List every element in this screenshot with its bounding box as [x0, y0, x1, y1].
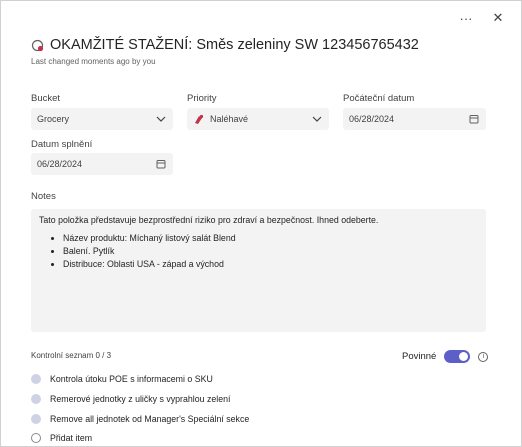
notes-bullet: Balení. Pytlík — [63, 246, 478, 256]
required-label: Povinné — [402, 351, 437, 362]
checklist-item-checkbox[interactable] — [31, 374, 41, 384]
checklist-item-label[interactable]: Remove all jednotek od Manager's Speciál… — [50, 414, 249, 424]
notes-bullet: Distribuce: Oblasti USA - západ a východ — [63, 259, 478, 269]
urgent-priority-icon — [193, 114, 204, 125]
priority-value: Naléhavé — [210, 114, 249, 124]
add-checklist-item[interactable]: Přidat item — [31, 433, 92, 443]
close-icon[interactable]: ✕ — [489, 9, 507, 27]
required-toggle[interactable] — [444, 350, 471, 363]
calendar-icon — [155, 158, 167, 170]
notes-bullet: Název produktu: Míchaný listový salát Bl… — [63, 233, 478, 243]
task-details-panel: ··· ✕ OKAMŽITÉ STAŽENÍ: Směs zeleniny SW… — [0, 0, 522, 447]
notes-bullet-list: Název produktu: Míchaný listový salát Bl… — [39, 233, 478, 269]
notes-editor[interactable]: Tato položka představuje bezprostřední r… — [31, 209, 486, 332]
notes-label: Notes — [31, 191, 56, 202]
required-toggle-group: Povinné i — [402, 350, 489, 363]
add-item-label[interactable]: Přidat item — [50, 433, 92, 443]
add-item-circle-icon — [31, 433, 41, 443]
top-actions: ··· ✕ — [457, 9, 507, 27]
checklist-item-label[interactable]: Kontrola útoku POE s informacemi o SKU — [50, 374, 213, 384]
chevron-down-icon — [311, 113, 323, 125]
due-date-label: Datum splnění — [31, 139, 93, 150]
checklist-item-label[interactable]: Remerové jednotky z uličky s vyprahlou z… — [50, 394, 230, 404]
due-date-value: 06/28/2024 — [37, 159, 83, 169]
checklist-item-checkbox[interactable] — [31, 394, 41, 404]
bucket-value: Grocery — [37, 114, 70, 124]
task-header: OKAMŽITÉ STAŽENÍ: Směs zeleniny SW 12345… — [31, 37, 501, 66]
chevron-down-icon — [155, 113, 167, 125]
priority-label: Priority — [187, 93, 217, 104]
checklist-item[interactable]: Kontrola útoku POE s informacemi o SKU — [31, 374, 213, 384]
bucket-select[interactable]: Grocery — [31, 108, 173, 130]
checklist-item[interactable]: Remerové jednotky z uličky s vyprahlou z… — [31, 394, 230, 404]
calendar-icon — [468, 113, 480, 125]
info-icon[interactable]: i — [478, 351, 489, 362]
checklist-item[interactable]: Remove all jednotek od Manager's Speciál… — [31, 414, 249, 424]
priority-select[interactable]: Naléhavé — [187, 108, 329, 130]
start-date-picker[interactable]: 06/28/2024 — [343, 108, 486, 130]
due-date-picker[interactable]: 06/28/2024 — [31, 153, 173, 175]
task-status-icon[interactable] — [31, 39, 44, 52]
task-title[interactable]: OKAMŽITÉ STAŽENÍ: Směs zeleniny SW 12345… — [50, 37, 419, 53]
start-date-label: Počáteční datum — [343, 93, 415, 104]
more-options-icon[interactable]: ··· — [457, 9, 475, 27]
notes-intro: Tato položka představuje bezprostřední r… — [39, 215, 379, 225]
start-date-value: 06/28/2024 — [349, 114, 395, 124]
last-changed-text: Last changed moments ago by you — [31, 57, 156, 66]
checklist-item-checkbox[interactable] — [31, 414, 41, 424]
bucket-label: Bucket — [31, 93, 61, 104]
checklist-header: Kontrolní seznam 0 / 3 — [31, 351, 112, 360]
